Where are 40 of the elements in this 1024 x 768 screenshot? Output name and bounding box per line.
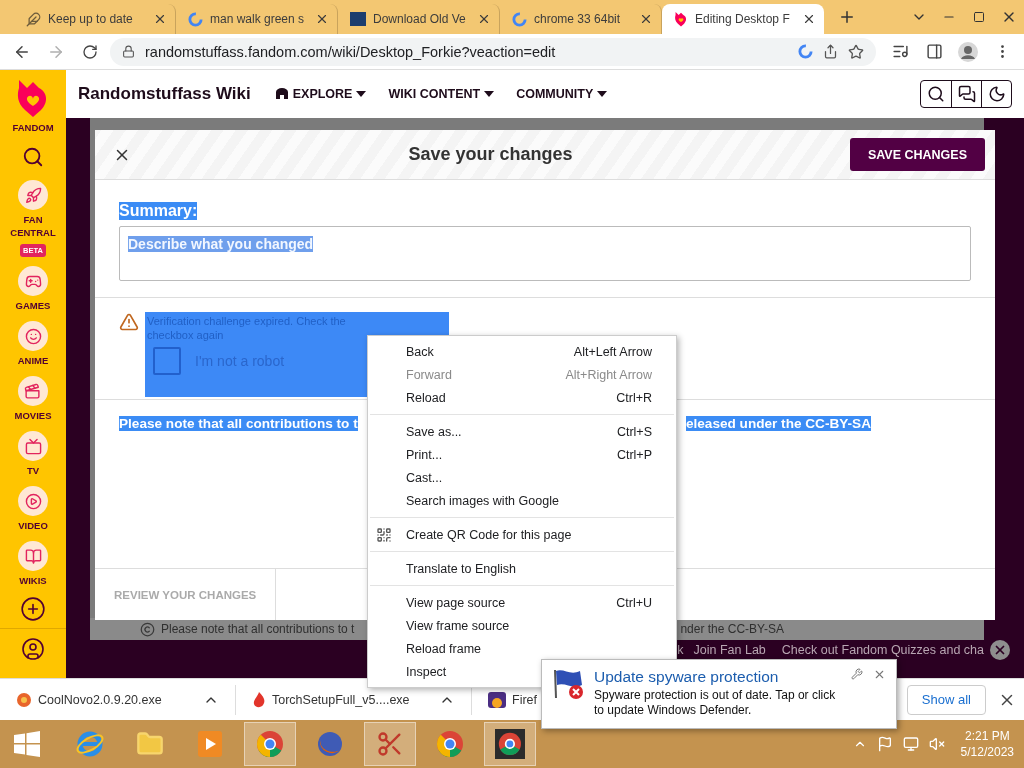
notification[interactable]: Update spyware protection Spyware protection is out of date. Tap or click to update Windows Defender.	[541, 659, 897, 729]
menu-item[interactable]: Save as... Ctrl+S	[368, 420, 676, 443]
nav-label[interactable]: MOVIES	[14, 409, 52, 422]
nav-label[interactable]: WIKIS	[19, 574, 47, 587]
notification-title: Update spyware protection	[594, 668, 780, 686]
summary-label: Summary:	[119, 202, 198, 220]
menu-item[interactable]: Search images with Google	[368, 489, 676, 512]
license-text: Please note that all contributions to t	[161, 622, 355, 636]
nav-label[interactable]: GAMES	[15, 299, 51, 312]
nav-label[interactable]: TV	[26, 464, 40, 477]
license-text: nder the CC-BY-SA	[680, 622, 784, 636]
address-field[interactable]: randomstuffass.fandom.com/wiki/Desktop_Forkie?veaction=edit	[110, 37, 876, 66]
save-changes-button[interactable]: SAVE CHANGES	[849, 138, 985, 171]
menu-item[interactable]: View page source Ctrl+U	[368, 591, 676, 614]
menu-item[interactable]: Back Alt+Left Arrow	[368, 340, 676, 363]
browser-tab[interactable]: Editing Desktop F	[662, 4, 824, 34]
nav-menu[interactable]: EXPLORE	[274, 87, 367, 101]
nav-menu[interactable]: COMMUNITY	[516, 87, 608, 101]
nav-label[interactable]: ANIME	[17, 354, 49, 367]
notification-body: Spyware protection is out of date. Tap or click to update Windows Defender.	[594, 688, 837, 718]
fandom-label: FANDOM	[12, 121, 54, 134]
footer-link[interactable]: Join Fan Lab	[693, 643, 766, 657]
download-item[interactable]: CoolNovo2.0.9.20.exe	[0, 684, 236, 715]
footer-link[interactable]: k	[677, 643, 684, 657]
show-all-button[interactable]: Show all	[906, 684, 986, 715]
license-note: Please note that all contributions to t	[119, 416, 358, 431]
menu-item[interactable]: View frame source	[368, 614, 676, 637]
menu-item[interactable]: Translate to English	[368, 557, 676, 580]
menu-item[interactable]: Create QR Code for this page	[368, 523, 676, 546]
menu-item[interactable]: Reload Ctrl+R	[368, 386, 676, 409]
dialog-title: Save your changes	[407, 144, 574, 165]
nav-label[interactable]: FAN CENTRAL	[0, 213, 66, 239]
nav-label[interactable]: VIDEO	[18, 519, 48, 532]
license-note: eleased under the CC-BY-SA	[685, 416, 871, 431]
menu-item[interactable]: Print... Ctrl+P	[368, 443, 676, 466]
nav-menu[interactable]: WIKI CONTENT	[388, 87, 495, 101]
menu-item[interactable]: Reload frame	[368, 637, 676, 660]
menu-item[interactable]: Cast...	[368, 466, 676, 489]
footer-link[interactable]: Check out Fandom Quizzes and cha	[781, 643, 984, 657]
wiki-title[interactable]: Randomstuffass Wiki	[78, 84, 251, 104]
